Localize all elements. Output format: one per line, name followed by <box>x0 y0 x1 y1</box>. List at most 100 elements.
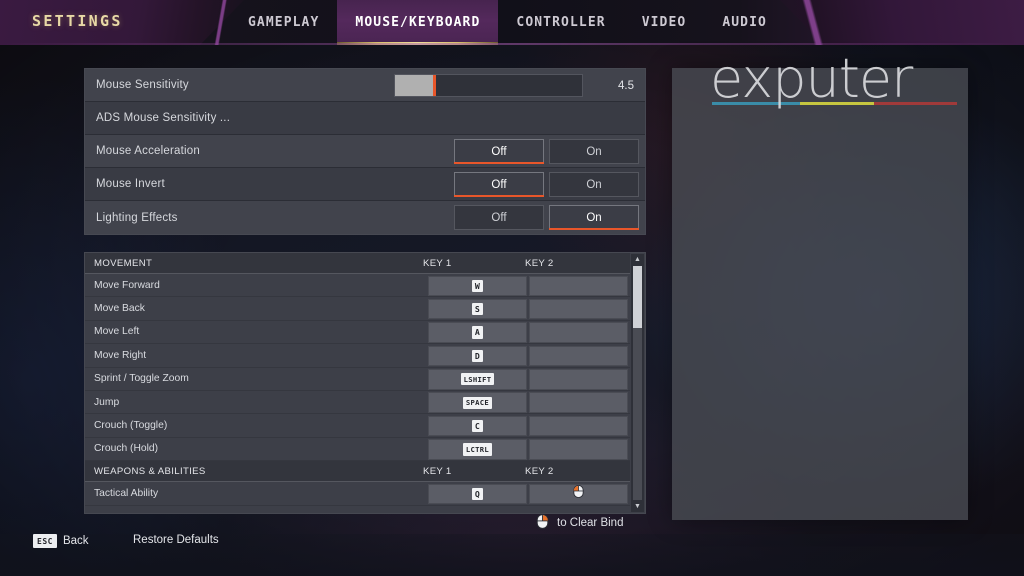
setting-label: Mouse Invert <box>96 178 165 190</box>
tab-audio[interactable]: AUDIO <box>704 0 785 45</box>
section-title: WEAPONS & ABILITIES <box>94 465 206 477</box>
keybind-action-label: Sprint / Toggle Zoom <box>94 373 189 385</box>
toggle-group: Off On <box>454 139 639 164</box>
keycap: A <box>471 326 484 339</box>
setting-row[interactable]: Mouse Sensitivity 4.5 <box>85 69 645 102</box>
clear-bind-hint: to Clear Bind <box>534 513 623 533</box>
keybind-cell-key1[interactable]: D <box>428 345 527 367</box>
keycap: C <box>471 419 484 433</box>
keybind-cell-key1[interactable]: Q <box>428 483 527 505</box>
tab-gameplay[interactable]: GAMEPLAY <box>230 0 337 45</box>
header-bar: SETTINGS GAMEPLAY MOUSE/KEYBOARD CONTROLLE… <box>0 0 1024 45</box>
scroll-up-arrow[interactable]: ▲ <box>631 254 644 265</box>
toggle-option-on[interactable]: On <box>549 139 639 164</box>
keybind-cell-key2[interactable] <box>529 322 628 343</box>
keybind-row: Tactical Ability Q <box>85 482 630 506</box>
keybind-cell-key2[interactable] <box>529 298 628 320</box>
toggle-option-off[interactable]: Off <box>454 205 544 230</box>
mouse-left-icon <box>571 484 586 504</box>
basic-settings-panel: Mouse Sensitivity 4.5 ADS Mouse Sensitivit… <box>84 68 646 235</box>
mouse-right-icon <box>534 513 551 533</box>
keybind-action-label: Move Left <box>94 326 140 338</box>
keybind-action-label: Move Right <box>94 349 147 361</box>
keybind-action-label: Move Forward <box>94 279 160 291</box>
header-underline <box>0 43 1024 45</box>
setting-row[interactable]: ADS Mouse Sensitivity ... <box>85 102 645 135</box>
keycap: LCTRL <box>462 443 493 456</box>
toggle-option-off[interactable]: Off <box>454 139 544 164</box>
back-label: Back <box>62 535 89 547</box>
keybind-table-body: MOVEMENT KEY 1 KEY 2 Move Forward W Move Back… <box>85 253 630 506</box>
column-header-key1: KEY 1 <box>423 465 452 477</box>
keybind-action-label: Tactical Ability <box>94 487 159 499</box>
esc-key-badge: ESC <box>33 534 57 548</box>
keycap: Q <box>471 487 484 500</box>
keybind-action-label: Crouch (Hold) <box>94 443 159 455</box>
keybind-row: Sprint / Toggle Zoom LSHIFT <box>85 368 630 391</box>
keybind-cell-key1[interactable]: S <box>428 298 527 320</box>
keybind-cell-key1[interactable]: C <box>428 415 527 437</box>
toggle-option-on[interactable]: On <box>549 172 639 197</box>
restore-defaults-button[interactable]: Restore Defaults <box>133 534 219 546</box>
toggle-option-on[interactable]: On <box>549 205 639 230</box>
keybind-cell-key2[interactable] <box>529 345 628 367</box>
keycap: LSHIFT <box>460 373 495 386</box>
keybind-row: Move Left A <box>85 321 630 345</box>
keybind-cell-key2[interactable] <box>529 439 628 460</box>
keybind-action-label: Move Back <box>94 303 145 315</box>
tab-controller[interactable]: CONTROLLER <box>498 0 623 45</box>
keybind-cell-key2[interactable] <box>529 415 628 437</box>
scrollbar-track[interactable] <box>633 266 642 500</box>
keybind-section-header: MOVEMENT KEY 1 KEY 2 <box>85 253 630 274</box>
column-header-key2: KEY 2 <box>525 465 554 477</box>
settings-screen: SETTINGS GAMEPLAY MOUSE/KEYBOARD CONTROLLE… <box>0 0 1024 576</box>
keycap: D <box>471 349 484 363</box>
keybind-row: Move Back S <box>85 297 630 321</box>
keycap: SPACE <box>462 396 493 409</box>
keybind-cell-key2[interactable] <box>529 369 628 390</box>
column-header-key2: KEY 2 <box>525 257 554 269</box>
keybind-cell-key2[interactable] <box>529 392 628 413</box>
setting-row[interactable]: Lighting Effects Off On <box>85 201 645 234</box>
keybind-cell-key2-mouse[interactable] <box>529 483 628 505</box>
page-title: SETTINGS <box>32 12 123 30</box>
tab-mouse-keyboard[interactable]: MOUSE/KEYBOARD <box>337 0 499 45</box>
keybind-action-label: Crouch (Toggle) <box>94 420 168 432</box>
clear-bind-label: to Clear Bind <box>557 517 624 529</box>
back-button[interactable]: ESC Back <box>33 534 89 548</box>
keybind-cell-key1[interactable]: W <box>428 275 527 296</box>
keybind-row: Crouch (Toggle) C <box>85 414 630 438</box>
keybind-cell-key1[interactable]: SPACE <box>428 392 527 413</box>
keybind-scrollbar[interactable]: ▲ ▼ <box>631 254 644 512</box>
keybind-cell-key2[interactable] <box>529 275 628 296</box>
scrollbar-thumb[interactable] <box>633 266 642 328</box>
toggle-group: Off On <box>454 172 639 197</box>
keybind-row: Move Forward W <box>85 274 630 298</box>
section-title: MOVEMENT <box>94 257 153 269</box>
setting-label: Mouse Sensitivity <box>96 79 189 91</box>
keybind-table: MOVEMENT KEY 1 KEY 2 Move Forward W Move Back… <box>84 252 646 514</box>
setting-row[interactable]: Mouse Acceleration Off On <box>85 135 645 168</box>
slider-fill <box>395 75 437 96</box>
keybind-action-label: Jump <box>94 396 120 408</box>
tab-bar: GAMEPLAY MOUSE/KEYBOARD CONTROLLER VIDEO AUD… <box>230 0 785 45</box>
mouse-sensitivity-slider[interactable] <box>394 74 583 97</box>
toggle-option-off[interactable]: Off <box>454 172 544 197</box>
scroll-down-arrow[interactable]: ▼ <box>631 501 644 512</box>
keycap: S <box>471 303 484 316</box>
preview-panel: exputer <box>672 52 968 520</box>
keybind-row: Move Right D <box>85 344 630 368</box>
keybind-cell-key1[interactable]: LSHIFT <box>428 369 527 390</box>
keybind-row: Jump SPACE <box>85 391 630 415</box>
keybind-row: Crouch (Hold) LCTRL <box>85 438 630 462</box>
keybind-section-header: WEAPONS & ABILITIES KEY 1 KEY 2 <box>85 461 630 483</box>
toggle-group: Off On <box>454 205 639 230</box>
keybind-cell-key1[interactable]: LCTRL <box>428 439 527 460</box>
watermark: exputer <box>710 47 970 110</box>
setting-row[interactable]: Mouse Invert Off On <box>85 168 645 201</box>
keybind-cell-key1[interactable]: A <box>428 322 527 343</box>
slider-value: 4.5 <box>618 79 634 92</box>
watermark-text: exputer <box>710 47 913 110</box>
setting-label: Lighting Effects <box>96 211 178 224</box>
tab-video[interactable]: VIDEO <box>624 0 705 45</box>
